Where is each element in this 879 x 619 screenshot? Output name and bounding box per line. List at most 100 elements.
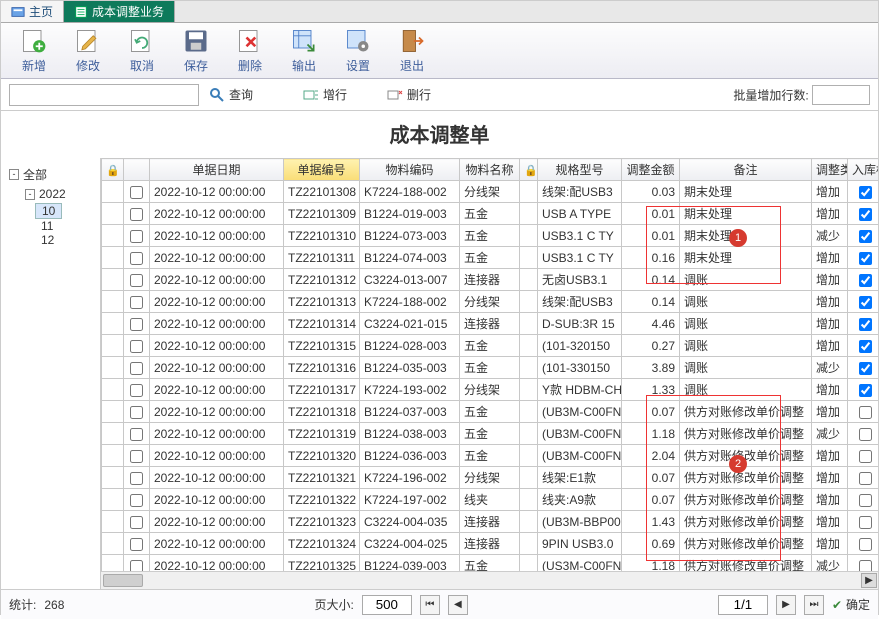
table-row[interactable]: 2022-10-12 00:00:00TZ22101313K7224-188-0… [102, 291, 879, 313]
row-select[interactable] [124, 511, 150, 533]
row-select[interactable] [124, 291, 150, 313]
table-row[interactable]: 2022-10-12 00:00:00TZ22101322K7224-197-0… [102, 489, 879, 511]
table-row[interactable]: 2022-10-12 00:00:00TZ22101324C3224-004-0… [102, 533, 879, 555]
row-select[interactable] [124, 269, 150, 291]
collapse-icon[interactable]: - [9, 169, 19, 180]
col-flag[interactable]: 入库标识 [848, 159, 879, 181]
col-type[interactable]: 调整类型 [812, 159, 848, 181]
addrow-button[interactable]: 增行 [303, 86, 347, 103]
cell-flag[interactable] [848, 291, 879, 313]
cell-flag[interactable] [848, 489, 879, 511]
col-lock[interactable]: 🔒 [102, 159, 124, 181]
cell-flag[interactable] [848, 445, 879, 467]
table-row[interactable]: 2022-10-12 00:00:00TZ22101310B1224-073-0… [102, 225, 879, 247]
cell-flag[interactable] [848, 225, 879, 247]
scroll-thumb[interactable] [103, 574, 143, 587]
delrow-button[interactable]: 删行 [387, 86, 431, 103]
cell-flag[interactable] [848, 555, 879, 572]
page-next[interactable]: ▶ [776, 595, 796, 615]
data-grid[interactable]: 🔒 单据日期 单据编号 物料编码 物料名称 🔒 规格型号 调整金额 备注 调整类… [101, 158, 878, 571]
col-remark[interactable]: 备注 [680, 159, 812, 181]
row-select[interactable] [124, 203, 150, 225]
exit-button[interactable]: 退出 [385, 27, 439, 74]
col-amount[interactable]: 调整金额 [622, 159, 680, 181]
table-row[interactable]: 2022-10-12 00:00:00TZ22101309B1224-019-0… [102, 203, 879, 225]
row-select[interactable] [124, 489, 150, 511]
table-row[interactable]: 2022-10-12 00:00:00TZ22101319B1224-038-0… [102, 423, 879, 445]
row-select[interactable] [124, 467, 150, 489]
pagesize-input[interactable] [362, 595, 412, 615]
scroll-right[interactable]: ▶ [861, 573, 877, 588]
row-select[interactable] [124, 423, 150, 445]
page-current[interactable] [718, 595, 768, 615]
table-row[interactable]: 2022-10-12 00:00:00TZ22101321K7224-196-0… [102, 467, 879, 489]
table-row[interactable]: 2022-10-12 00:00:00TZ22101325B1224-039-0… [102, 555, 879, 572]
edit-button[interactable]: 修改 [61, 27, 115, 74]
row-select[interactable] [124, 247, 150, 269]
tab-cost-adjust[interactable]: 成本调整业务 [64, 1, 175, 22]
table-row[interactable]: 2022-10-12 00:00:00TZ22101311B1224-074-0… [102, 247, 879, 269]
row-select[interactable] [124, 379, 150, 401]
col-matname[interactable]: 物料名称 [460, 159, 520, 181]
collapse-icon[interactable]: - [25, 189, 35, 200]
cell-flag[interactable] [848, 269, 879, 291]
cell-flag[interactable] [848, 511, 879, 533]
tab-home[interactable]: 主页 [1, 1, 64, 22]
delete-button[interactable]: 删除 [223, 27, 277, 74]
tree-root[interactable]: -全部 [5, 164, 96, 185]
row-select[interactable] [124, 225, 150, 247]
settings-button[interactable]: 设置 [331, 27, 385, 74]
table-row[interactable]: 2022-10-12 00:00:00TZ22101318B1224-037-0… [102, 401, 879, 423]
tree-year[interactable]: -2022 [5, 185, 96, 203]
row-select[interactable] [124, 335, 150, 357]
cell-flag[interactable] [848, 181, 879, 203]
cell-flag[interactable] [848, 379, 879, 401]
new-button[interactable]: 新增 [7, 27, 61, 74]
query-button[interactable]: 查询 [209, 86, 253, 103]
cell-flag[interactable] [848, 335, 879, 357]
table-row[interactable]: 2022-10-12 00:00:00TZ22101312C3224-013-0… [102, 269, 879, 291]
row-select[interactable] [124, 313, 150, 335]
confirm-button[interactable]: ✔确定 [832, 596, 870, 613]
tree-month-11[interactable]: 11 [5, 219, 96, 233]
save-button[interactable]: 保存 [169, 27, 223, 74]
col-sort[interactable]: 🔒 [520, 159, 538, 181]
col-matcode[interactable]: 物料编码 [360, 159, 460, 181]
cell-flag[interactable] [848, 357, 879, 379]
cell-flag[interactable] [848, 313, 879, 335]
row-select[interactable] [124, 533, 150, 555]
cell-flag[interactable] [848, 467, 879, 489]
cancel-button[interactable]: 取消 [115, 27, 169, 74]
row-select[interactable] [124, 555, 150, 572]
row-select[interactable] [124, 445, 150, 467]
cell-flag[interactable] [848, 203, 879, 225]
table-row[interactable]: 2022-10-12 00:00:00TZ22101316B1224-035-0… [102, 357, 879, 379]
row-select[interactable] [124, 401, 150, 423]
tree-month-12[interactable]: 12 [5, 233, 96, 247]
cell-flag[interactable] [848, 423, 879, 445]
row-select[interactable] [124, 181, 150, 203]
col-date[interactable]: 单据日期 [150, 159, 284, 181]
table-row[interactable]: 2022-10-12 00:00:00TZ22101315B1224-028-0… [102, 335, 879, 357]
col-select[interactable] [124, 159, 150, 181]
table-row[interactable]: 2022-10-12 00:00:00TZ22101314C3224-021-0… [102, 313, 879, 335]
table-row[interactable]: 2022-10-12 00:00:00TZ22101323C3224-004-0… [102, 511, 879, 533]
cell-type: 增加 [812, 489, 848, 511]
cell-flag[interactable] [848, 533, 879, 555]
table-row[interactable]: 2022-10-12 00:00:00TZ22101320B1224-036-0… [102, 445, 879, 467]
row-select[interactable] [124, 357, 150, 379]
tree-month-10[interactable]: 10 [35, 203, 62, 219]
export-button[interactable]: 输出 [277, 27, 331, 74]
cell-flag[interactable] [848, 247, 879, 269]
page-prev[interactable]: ◀ [448, 595, 468, 615]
page-last[interactable]: ⏭ [804, 595, 824, 615]
search-input[interactable] [9, 84, 199, 106]
col-docno[interactable]: 单据编号 [284, 159, 360, 181]
table-row[interactable]: 2022-10-12 00:00:00TZ22101317K7224-193-0… [102, 379, 879, 401]
batch-rows-input[interactable] [812, 85, 870, 105]
horizontal-scrollbar[interactable]: ▶ [101, 571, 878, 589]
col-spec[interactable]: 规格型号 [538, 159, 622, 181]
table-row[interactable]: 2022-10-12 00:00:00TZ22101308K7224-188-0… [102, 181, 879, 203]
cell-flag[interactable] [848, 401, 879, 423]
page-first[interactable]: ⏮ [420, 595, 440, 615]
